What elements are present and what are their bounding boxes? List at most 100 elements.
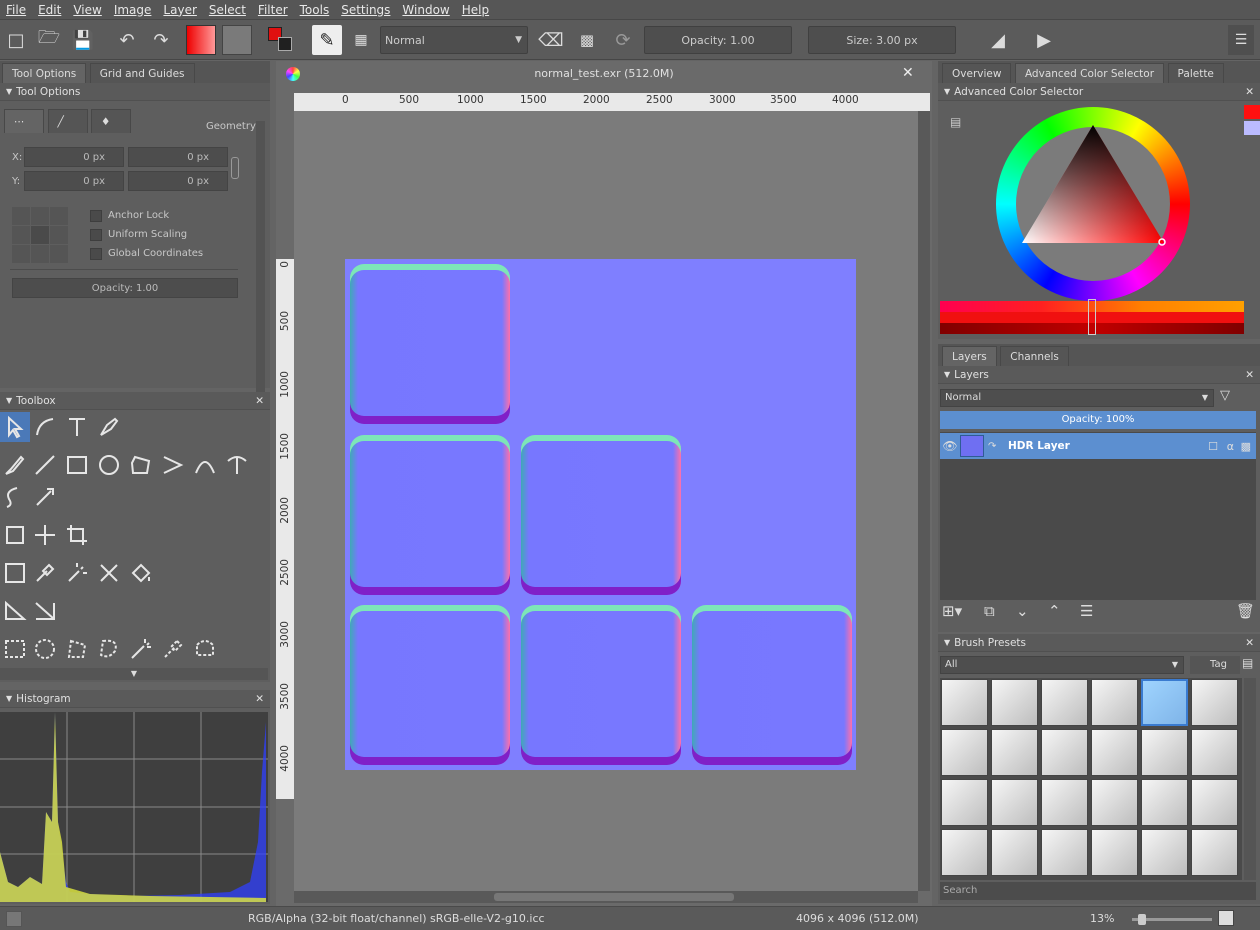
edit-shapes-tool-icon[interactable]: [30, 412, 60, 442]
dynamic-brush-tool-icon[interactable]: [0, 482, 30, 512]
brush-search-input[interactable]: Search: [940, 882, 1256, 900]
measure-tool-icon[interactable]: [30, 596, 60, 626]
brush-preset-tile[interactable]: [1191, 779, 1238, 826]
menu-file[interactable]: File: [0, 3, 32, 17]
bezier-selection-tool-icon[interactable]: [190, 634, 220, 664]
calligraphy-tool-icon[interactable]: [94, 412, 124, 442]
brush-preset-tile[interactable]: [941, 679, 988, 726]
text-tool-icon[interactable]: [62, 412, 92, 442]
brush-preset-tile[interactable]: [991, 829, 1038, 876]
tab-channels[interactable]: Channels: [1000, 346, 1069, 366]
freehand-path-tool-icon[interactable]: [222, 450, 252, 480]
color-swatches[interactable]: [266, 25, 296, 55]
contiguous-selection-tool-icon[interactable]: [126, 634, 156, 664]
polygon-tool-icon[interactable]: [126, 450, 156, 480]
brush-preset-tile[interactable]: [941, 779, 988, 826]
move-tool-icon[interactable]: [30, 520, 60, 550]
opacity-field[interactable]: Opacity: 1.00: [12, 278, 238, 298]
close-icon[interactable]: ✕: [1245, 86, 1254, 98]
eraser-mode-icon[interactable]: ⌫: [538, 25, 564, 55]
tab-line-mode[interactable]: ╱: [47, 109, 88, 133]
reload-preset-icon[interactable]: ⟳: [610, 25, 636, 55]
fill-tool-icon[interactable]: [126, 558, 156, 588]
collapse-icon[interactable]: ▼: [944, 638, 950, 647]
brush-preset-tile[interactable]: [1041, 679, 1088, 726]
saturation-value-triangle[interactable]: [996, 107, 1190, 301]
alpha-lock-icon[interactable]: α: [1227, 440, 1234, 453]
y2-input[interactable]: 0 px: [128, 171, 228, 191]
close-icon[interactable]: ✕: [255, 693, 264, 705]
rectangular-selection-tool-icon[interactable]: [0, 634, 30, 664]
brush-view-menu-icon[interactable]: ▤: [1242, 656, 1253, 670]
menu-tools[interactable]: Tools: [294, 3, 336, 17]
opacity-slider[interactable]: Opacity: 1.00: [644, 26, 792, 54]
zoom-slider-handle[interactable]: [1138, 914, 1146, 925]
add-layer-icon[interactable]: ⊞▾: [942, 602, 962, 620]
lock-icon[interactable]: ☐: [1208, 440, 1218, 453]
anchor-grid[interactable]: [12, 207, 68, 263]
tab-palette[interactable]: Palette: [1167, 63, 1224, 83]
brush-preset-tile[interactable]: [991, 679, 1038, 726]
horizontal-scrollbar[interactable]: [294, 891, 918, 903]
tab-advanced-color-selector[interactable]: Advanced Color Selector: [1014, 63, 1165, 83]
gradient-tool-icon[interactable]: [0, 558, 30, 588]
brush-preset-tile[interactable]: [1141, 679, 1188, 726]
assistant-tool-icon[interactable]: [0, 596, 30, 626]
menu-window[interactable]: Window: [396, 3, 455, 17]
menu-hamburger-icon[interactable]: ☰: [1228, 25, 1254, 55]
freehand-brush-tool-icon[interactable]: [0, 450, 30, 480]
layer-opacity-slider[interactable]: Opacity: 100%: [940, 411, 1256, 429]
brush-preset-tile[interactable]: [1091, 779, 1138, 826]
brush-preset-tile[interactable]: [1141, 779, 1188, 826]
mirror-horizontal-icon[interactable]: ◢: [984, 25, 1012, 55]
inherit-alpha-icon[interactable]: ▩: [1241, 440, 1251, 453]
move-layer-down-icon[interactable]: ⌄: [1016, 602, 1029, 620]
collapse-icon[interactable]: ▼: [6, 396, 12, 405]
rectangle-tool-icon[interactable]: [62, 450, 92, 480]
y-input[interactable]: 0 px: [24, 171, 124, 191]
duplicate-layer-icon[interactable]: ⧉: [984, 602, 995, 620]
background-color-swatch[interactable]: [278, 37, 292, 51]
menu-filter[interactable]: Filter: [252, 3, 294, 17]
open-folder-icon[interactable]: 🗁: [36, 25, 62, 55]
menu-select[interactable]: Select: [203, 3, 252, 17]
save-icon[interactable]: 💾: [70, 25, 96, 55]
mirror-vertical-icon[interactable]: ▶: [1030, 25, 1058, 55]
tab-fill-mode[interactable]: ♦: [91, 109, 131, 133]
eye-icon[interactable]: 👁: [940, 439, 960, 453]
line-tool-icon[interactable]: [30, 450, 60, 480]
brush-preset-tile[interactable]: [1141, 729, 1188, 776]
move-layer-up-icon[interactable]: ⌃: [1048, 602, 1061, 620]
scrollbar-thumb[interactable]: [494, 893, 734, 901]
tab-select-mode[interactable]: ⋯: [4, 109, 44, 133]
tab-tool-options[interactable]: Tool Options: [2, 63, 87, 83]
size-slider[interactable]: Size: 3.00 px: [808, 26, 956, 54]
foreground-color-swatch[interactable]: [1244, 105, 1260, 119]
tab-layers[interactable]: Layers: [942, 346, 997, 366]
colorize-mask-tool-icon[interactable]: [62, 558, 92, 588]
link-icon[interactable]: [231, 157, 239, 179]
close-icon[interactable]: ✕: [1245, 369, 1254, 381]
x-input[interactable]: 0 px: [24, 147, 124, 167]
close-icon[interactable]: ✕: [1245, 637, 1254, 649]
menu-image[interactable]: Image: [108, 3, 158, 17]
menu-view[interactable]: View: [67, 3, 107, 17]
brush-preset-tile[interactable]: [1191, 829, 1238, 876]
new-document-icon[interactable]: □: [4, 25, 28, 55]
undo-icon[interactable]: ↶: [114, 25, 140, 55]
collapse-icon[interactable]: ▼: [944, 87, 950, 96]
crop-tool-icon[interactable]: [62, 520, 92, 550]
toolbox-expand-icon[interactable]: ▼: [0, 668, 268, 680]
uniform-scaling-checkbox[interactable]: [90, 229, 102, 241]
global-coordinates-checkbox[interactable]: [90, 248, 102, 260]
background-color-swatch[interactable]: [1244, 121, 1260, 135]
delete-layer-icon[interactable]: 🗑: [1236, 602, 1255, 620]
tag-button[interactable]: Tag: [1190, 656, 1240, 674]
anchor-lock-checkbox[interactable]: [90, 210, 102, 222]
close-document-icon[interactable]: ✕: [902, 65, 914, 81]
layer-properties-icon[interactable]: ☰: [1080, 602, 1093, 620]
brush-preset-tile[interactable]: [1191, 679, 1238, 726]
gradient-preset-button[interactable]: [186, 25, 216, 55]
collapse-icon[interactable]: ▼: [6, 87, 12, 96]
layer-row[interactable]: 👁 ↷ HDR Layer ☐ α ▩: [940, 433, 1256, 459]
